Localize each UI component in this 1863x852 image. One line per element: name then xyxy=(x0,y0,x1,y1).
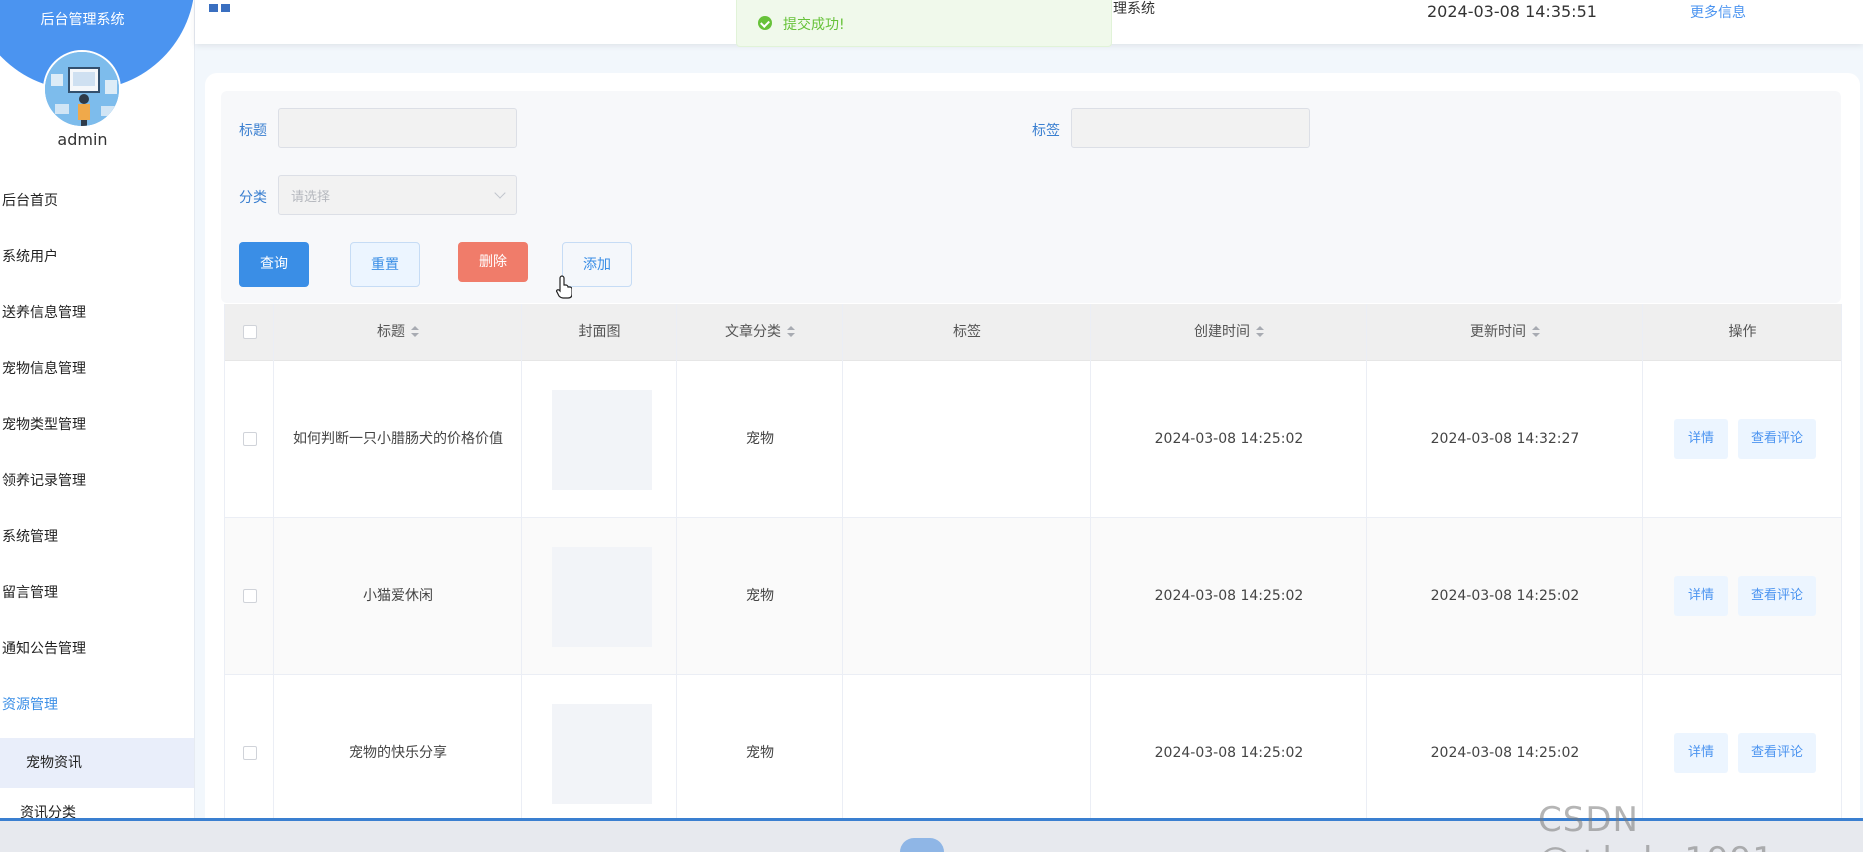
sidebar-menu: 后台首页 系统用户 送养信息管理 宠物信息管理 宠物类型管理 领养记录管理 系统… xyxy=(0,178,194,838)
row-tag xyxy=(843,675,1091,832)
reset-button[interactable]: 重置 xyxy=(350,242,420,287)
toast-message: 提交成功! xyxy=(783,17,845,33)
sidebar-item-system-users[interactable]: 系统用户 xyxy=(0,234,194,290)
tag-input[interactable] xyxy=(1071,108,1310,148)
sidebar-item-pet-info[interactable]: 宠物信息管理 xyxy=(0,346,194,402)
cover-image xyxy=(552,547,652,647)
column-divider xyxy=(1090,304,1091,852)
sidebar-item-notices[interactable]: 通知公告管理 xyxy=(0,626,194,682)
row-title: 宠物的快乐分享 xyxy=(349,745,447,761)
success-toast: 提交成功! xyxy=(736,0,1112,47)
sidebar-item-pet-types[interactable]: 宠物类型管理 xyxy=(0,402,194,458)
avatar-illustration-icon xyxy=(45,52,119,126)
hand-cursor-icon xyxy=(556,275,572,299)
tag-label: 标签 xyxy=(1032,123,1060,139)
table-header: 标题 封面图 文章分类 标签 创建时间 更新时间 操作 xyxy=(225,304,1842,361)
row-checkbox[interactable] xyxy=(243,589,257,603)
check-circle-icon xyxy=(758,16,772,30)
menu-grid-icon[interactable] xyxy=(209,2,231,14)
header-created[interactable]: 创建时间 xyxy=(1091,304,1367,361)
sidebar-item-system-management[interactable]: 系统管理 xyxy=(0,514,194,570)
row-created: 2024-03-08 14:25:02 xyxy=(1154,588,1304,604)
sidebar-item-adoption-records[interactable]: 领养记录管理 xyxy=(0,458,194,514)
watermark: CSDN @+kybs1991 xyxy=(1538,800,1774,852)
column-divider xyxy=(676,304,677,852)
view-comments-button[interactable]: 查看评论 xyxy=(1738,733,1816,773)
detail-button[interactable]: 详情 xyxy=(1674,733,1728,773)
column-divider xyxy=(273,304,274,852)
title-input[interactable] xyxy=(278,108,517,148)
column-divider xyxy=(842,304,843,852)
articles-table: 标题 封面图 文章分类 标签 创建时间 更新时间 操作 如何判断一只小腊肠犬的价… xyxy=(224,304,1842,852)
sidebar-item-home[interactable]: 后台首页 xyxy=(0,178,194,234)
cover-image xyxy=(552,390,652,490)
sort-icon[interactable] xyxy=(787,326,795,338)
delete-button[interactable]: 删除 xyxy=(458,242,528,282)
row-updated: 2024-03-08 14:25:02 xyxy=(1430,588,1580,604)
row-checkbox[interactable] xyxy=(243,746,257,760)
app-title: 后台管理系统 xyxy=(40,12,125,28)
row-category: 宠物 xyxy=(746,588,774,604)
select-all-checkbox[interactable] xyxy=(243,325,257,339)
more-info-link[interactable]: 更多信息 xyxy=(1690,2,1746,22)
cover-image xyxy=(552,704,652,804)
row-updated: 2024-03-08 14:32:27 xyxy=(1430,431,1580,447)
sort-icon[interactable] xyxy=(411,326,419,338)
sidebar: 后台管理系统 admin 后台首页 系统用户 送养信息管理 宠物信息管理 宠物类… xyxy=(0,0,195,852)
detail-button[interactable]: 详情 xyxy=(1674,419,1728,459)
view-comments-button[interactable]: 查看评论 xyxy=(1738,419,1816,459)
avatar[interactable] xyxy=(43,50,121,128)
table-row: 小猫爱休闲 宠物 2024-03-08 14:25:02 2024-03-08 … xyxy=(225,518,1842,675)
header-title[interactable]: 标题 xyxy=(274,304,522,361)
chevron-down-icon xyxy=(494,187,506,199)
header-updated[interactable]: 更新时间 xyxy=(1367,304,1643,361)
sort-icon[interactable] xyxy=(1256,326,1264,338)
column-divider xyxy=(521,304,522,852)
row-created: 2024-03-08 14:25:02 xyxy=(1154,745,1304,761)
sidebar-subitem-pet-news[interactable]: 宠物资讯 xyxy=(0,738,194,788)
table-row: 如何判断一只小腊肠犬的价格价值 宠物 2024-03-08 14:25:02 2… xyxy=(225,361,1842,518)
detail-button[interactable]: 详情 xyxy=(1674,576,1728,616)
category-select-placeholder: 请选择 xyxy=(291,190,331,205)
row-created: 2024-03-08 14:25:02 xyxy=(1154,431,1304,447)
header-actions: 操作 xyxy=(1728,324,1757,340)
row-tag xyxy=(843,361,1091,518)
category-label: 分类 xyxy=(239,190,267,206)
sidebar-item-resources[interactable]: 资源管理 xyxy=(0,682,194,738)
sidebar-item-rehoming-info[interactable]: 送养信息管理 xyxy=(0,290,194,346)
sort-icon[interactable] xyxy=(1532,326,1540,338)
header-cover: 封面图 xyxy=(578,324,621,340)
title-label: 标题 xyxy=(239,123,267,139)
row-title: 如何判断一只小腊肠犬的价格价值 xyxy=(293,431,503,447)
row-category: 宠物 xyxy=(746,745,774,761)
row-category: 宠物 xyxy=(746,431,774,447)
header-tag: 标签 xyxy=(953,324,981,340)
username: admin xyxy=(57,130,108,149)
column-divider xyxy=(1841,304,1842,852)
toolbar-handle[interactable] xyxy=(900,838,944,852)
header-category[interactable]: 文章分类 xyxy=(677,304,843,361)
current-datetime: 2024-03-08 14:35:51 xyxy=(1427,2,1597,21)
add-button[interactable]: 添加 xyxy=(562,242,632,287)
row-title: 小猫爱休闲 xyxy=(363,588,433,604)
system-name: 理系统 xyxy=(1113,1,1155,17)
row-tag xyxy=(843,518,1091,675)
query-button[interactable]: 查询 xyxy=(239,242,309,287)
column-divider xyxy=(1366,304,1367,852)
column-divider xyxy=(1642,304,1643,852)
row-checkbox[interactable] xyxy=(243,432,257,446)
category-select[interactable]: 请选择 xyxy=(278,175,517,215)
view-comments-button[interactable]: 查看评论 xyxy=(1738,576,1816,616)
sidebar-item-messages[interactable]: 留言管理 xyxy=(0,570,194,626)
